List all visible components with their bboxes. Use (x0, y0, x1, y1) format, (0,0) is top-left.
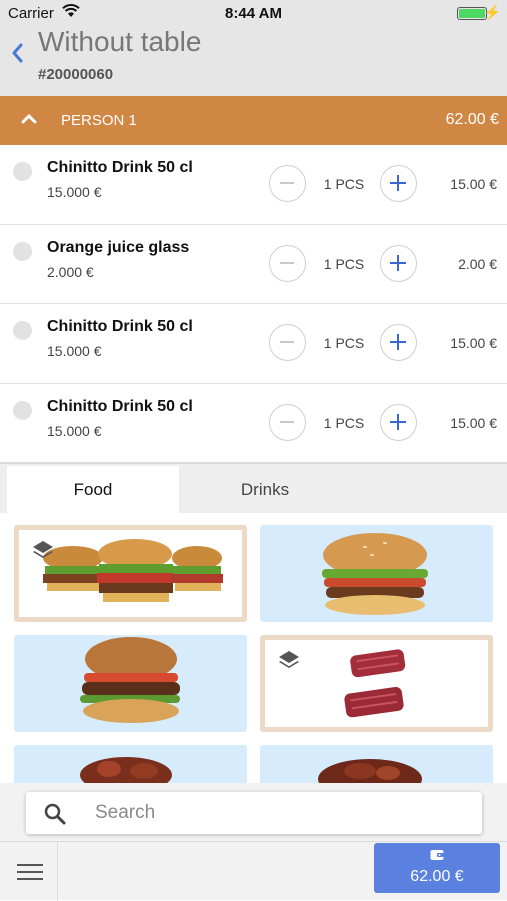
back-chevron-icon[interactable] (10, 42, 24, 69)
search-icon (43, 802, 67, 831)
item-name: Chinitto Drink 50 cl (47, 318, 193, 335)
status-bar: Carrier 8:44 AM ⚡ (0, 0, 507, 26)
item-quantity: 1 PCS (323, 335, 365, 351)
bottom-bar: 62.00 € (0, 841, 507, 901)
grilled-meat-image (80, 757, 172, 783)
product-grid (0, 513, 507, 783)
person-name: PERSON 1 (61, 112, 137, 129)
search-input[interactable]: Search (26, 792, 482, 834)
page-title: Without table (38, 26, 202, 57)
item-name: Chinitto Drink 50 cl (47, 397, 193, 415)
item-unit-price: 15.000 € (47, 422, 102, 439)
product-tile-burger[interactable] (14, 635, 247, 732)
battery-icon (457, 7, 487, 20)
decrease-quantity-button[interactable] (269, 165, 306, 202)
item-total: 15.00 € (450, 335, 497, 351)
item-unit-price: 2.000 € (47, 263, 94, 280)
clock: 8:44 AM (225, 5, 282, 22)
select-radio[interactable] (13, 241, 32, 261)
item-name: Chinitto Drink 50 cl (47, 159, 193, 176)
search-placeholder: Search (95, 802, 156, 823)
increase-quantity-button[interactable] (380, 324, 417, 361)
decrease-quantity-button[interactable] (269, 403, 306, 441)
item-total: 15.00 € (450, 414, 497, 431)
search-area: Search (0, 783, 507, 841)
person-total: 62.00 € (445, 111, 499, 128)
product-tile-grilled-meat[interactable] (14, 745, 247, 783)
order-number: #20000060 (38, 66, 114, 83)
grilled-meat-image (318, 759, 422, 783)
item-unit-price: 15.000 € (47, 343, 102, 359)
wallet-icon (430, 848, 444, 866)
pay-button[interactable]: 62.00 € (374, 843, 500, 893)
order-item[interactable]: Orange juice glass 2.000 € 1 PCS 2.00 € (0, 224, 507, 304)
item-unit-price: 15.000 € (47, 184, 102, 200)
order-item[interactable]: Chinitto Drink 50 cl 15.000 € 1 PCS 15.0… (0, 145, 507, 225)
burger-image (322, 533, 428, 615)
select-radio[interactable] (13, 162, 32, 181)
decrease-quantity-button[interactable] (269, 324, 306, 361)
hamburger-menu-icon (17, 863, 43, 886)
product-tile-grilled-meat[interactable] (260, 745, 493, 783)
tab-food[interactable]: Food (7, 466, 179, 514)
item-name: Orange juice glass (47, 238, 190, 256)
item-quantity: 1 PCS (323, 176, 365, 192)
pay-amount: 62.00 € (410, 868, 464, 885)
product-tile-burgers-group[interactable] (14, 525, 247, 622)
product-tile-raw-meat-group[interactable] (260, 635, 493, 732)
order-header: Without table #20000060 (0, 26, 507, 96)
order-item[interactable]: Chinitto Drink 50 cl 15.000 € 1 PCS 15.0… (0, 383, 507, 463)
item-total: 2.00 € (458, 255, 497, 272)
menu-button[interactable] (0, 842, 58, 901)
item-quantity: 1 PCS (323, 255, 365, 272)
select-radio[interactable] (13, 321, 32, 340)
item-quantity: 1 PCS (323, 414, 365, 431)
order-item-list: Chinitto Drink 50 cl 15.000 € 1 PCS 15.0… (0, 145, 507, 463)
layers-icon (277, 648, 301, 677)
category-tabs: Food Drinks (0, 463, 507, 514)
burger-image (80, 637, 180, 723)
select-radio[interactable] (13, 400, 32, 420)
item-total: 15.00 € (450, 176, 497, 192)
decrease-quantity-button[interactable] (269, 244, 306, 282)
chevron-up-icon[interactable] (20, 110, 38, 133)
increase-quantity-button[interactable] (380, 403, 417, 441)
charging-icon: ⚡ (483, 4, 501, 20)
tab-drinks[interactable]: Drinks (179, 466, 351, 514)
increase-quantity-button[interactable] (380, 244, 417, 282)
person-section-header[interactable]: PERSON 1 62.00 € (0, 96, 507, 145)
product-tile-burger[interactable] (260, 525, 493, 622)
order-item[interactable]: Chinitto Drink 50 cl 15.000 € 1 PCS 15.0… (0, 304, 507, 384)
increase-quantity-button[interactable] (380, 165, 417, 202)
layers-icon (31, 538, 55, 567)
